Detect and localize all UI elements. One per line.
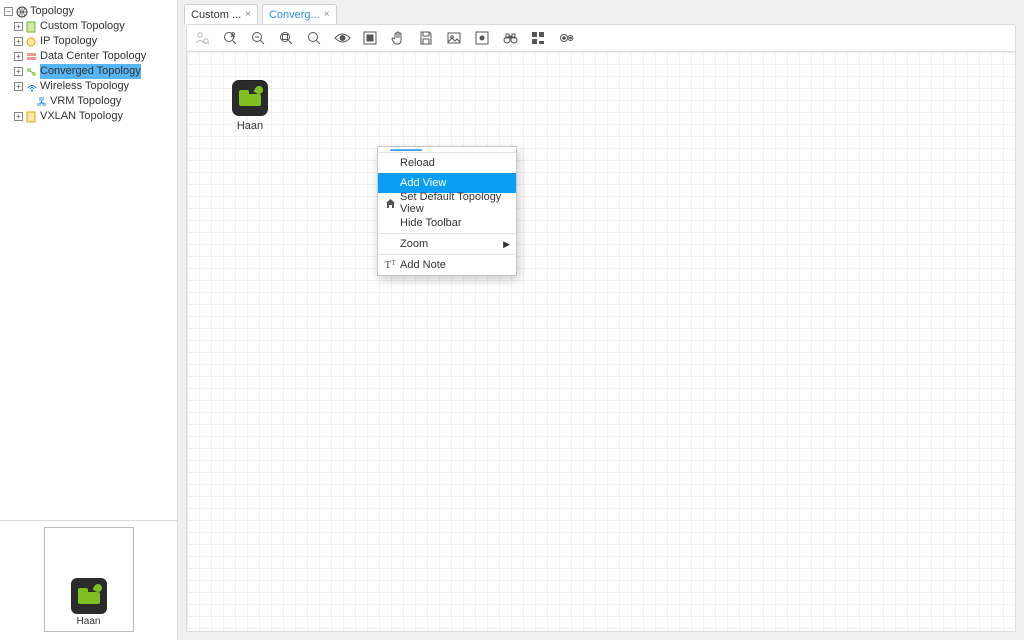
- tree-item-datacenter-topology[interactable]: + Data Center Topology: [2, 49, 175, 64]
- close-icon[interactable]: ×: [245, 9, 251, 20]
- doc-icon: [25, 36, 38, 48]
- collapse-icon[interactable]: −: [4, 7, 13, 16]
- tree-item-vxlan-topology[interactable]: + VXLAN Topology: [2, 109, 175, 124]
- cm-label: Set Default Topology View: [398, 191, 510, 215]
- minimap: Haan: [0, 520, 177, 640]
- cm-label: Zoom: [398, 238, 503, 250]
- tab-converged[interactable]: Converg... ×: [262, 4, 337, 24]
- cm-label: Add Note: [398, 259, 510, 271]
- converged-icon: [25, 66, 38, 78]
- save-icon[interactable]: [417, 29, 435, 47]
- topology-node[interactable]: Haan: [227, 80, 273, 132]
- tree-item-converged-topology[interactable]: + Converged Topology: [2, 64, 175, 79]
- hand-icon[interactable]: [389, 29, 407, 47]
- close-icon[interactable]: ×: [324, 9, 330, 20]
- eye-icon[interactable]: [333, 29, 351, 47]
- tree-item-label: Converged Topology: [40, 64, 141, 79]
- doc-icon: [25, 111, 38, 123]
- zoom-reset-icon[interactable]: [305, 29, 323, 47]
- tab-label: Converg...: [269, 9, 320, 21]
- text-icon: TT: [382, 259, 398, 271]
- expand-icon[interactable]: +: [14, 112, 23, 121]
- cm-label: Hide Toolbar: [398, 217, 510, 229]
- tree-item-label: VRM Topology: [50, 94, 121, 109]
- tab-custom[interactable]: Custom ... ×: [184, 4, 258, 24]
- cm-label: Add View: [398, 177, 510, 189]
- globe-icon: [15, 6, 28, 18]
- context-menu: Reload Add View Set Default Topology Vie…: [377, 146, 517, 276]
- expand-icon[interactable]: +: [14, 82, 23, 91]
- tree-item-label: Data Center Topology: [40, 49, 146, 64]
- sidebar: − Topology + Custom Topology +: [0, 0, 178, 640]
- toolbar: [186, 24, 1016, 52]
- cm-set-default[interactable]: Set Default Topology View: [378, 193, 516, 213]
- user-zoom-icon[interactable]: [193, 29, 211, 47]
- cm-add-view[interactable]: Add View: [378, 173, 516, 193]
- chevron-right-icon: ▶: [503, 239, 510, 250]
- image-icon[interactable]: [445, 29, 463, 47]
- tab-bar: Custom ... × Converg... ×: [178, 0, 1024, 24]
- canvas-wrap: Haan Reload Add View: [186, 52, 1016, 632]
- tree-root-label: Topology: [30, 4, 74, 19]
- doc-icon: [25, 21, 38, 33]
- tree-item-label: Wireless Topology: [40, 79, 129, 94]
- layout-icon[interactable]: [529, 29, 547, 47]
- tree-item-ip-topology[interactable]: + IP Topology: [2, 34, 175, 49]
- expand-icon[interactable]: +: [14, 37, 23, 46]
- minimap-node-label: Haan: [71, 616, 107, 627]
- cm-zoom[interactable]: Zoom ▶: [378, 234, 516, 254]
- tree-item-label: VXLAN Topology: [40, 109, 123, 124]
- zoom-out-icon[interactable]: [249, 29, 267, 47]
- cm-hide-toolbar[interactable]: Hide Toolbar: [378, 213, 516, 233]
- zoom-in-user-icon[interactable]: [221, 29, 239, 47]
- tree-item-label: Custom Topology: [40, 19, 125, 34]
- binoculars-icon[interactable]: [501, 29, 519, 47]
- canvas[interactable]: Haan Reload Add View: [186, 52, 1016, 632]
- expand-icon[interactable]: +: [14, 22, 23, 31]
- app-root: − Topology + Custom Topology +: [0, 0, 1024, 640]
- context-menu-handle: [378, 147, 516, 153]
- fit-zoom-icon[interactable]: [277, 29, 295, 47]
- tree-item-label: IP Topology: [40, 34, 97, 49]
- minimap-node: Haan: [71, 578, 107, 627]
- tab-label: Custom ...: [191, 9, 241, 21]
- tree-root[interactable]: − Topology: [2, 4, 175, 19]
- minimap-viewport[interactable]: Haan: [44, 527, 134, 632]
- folder-icon: [71, 578, 107, 614]
- wifi-icon: [25, 81, 38, 93]
- node-label: Haan: [227, 120, 273, 132]
- tree: − Topology + Custom Topology +: [0, 0, 177, 520]
- expand-icon[interactable]: +: [14, 52, 23, 61]
- cm-label: Reload: [398, 157, 510, 169]
- tree-item-custom-topology[interactable]: + Custom Topology: [2, 19, 175, 34]
- cm-reload[interactable]: Reload: [378, 153, 516, 173]
- net-icon: [35, 96, 48, 108]
- tree-item-wireless-topology[interactable]: + Wireless Topology: [2, 79, 175, 94]
- gear-icon[interactable]: [557, 29, 575, 47]
- cm-add-note[interactable]: TT Add Note: [378, 255, 516, 275]
- frame-icon[interactable]: [361, 29, 379, 47]
- stack-icon: [25, 51, 38, 63]
- tree-item-vrm-topology[interactable]: VRM Topology: [2, 94, 175, 109]
- expand-icon[interactable]: +: [14, 67, 23, 76]
- folder-icon: [232, 80, 268, 116]
- target-icon[interactable]: [473, 29, 491, 47]
- home-icon: [382, 198, 398, 209]
- main: Custom ... × Converg... ×: [178, 0, 1024, 640]
